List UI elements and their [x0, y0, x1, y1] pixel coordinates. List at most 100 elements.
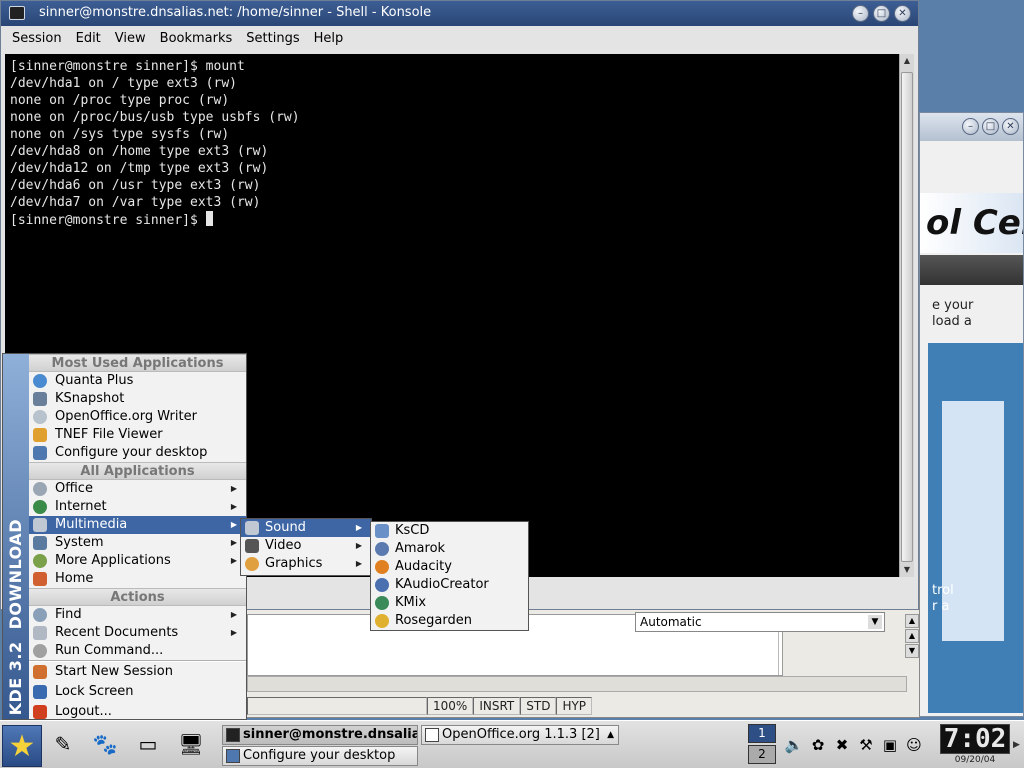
palette-icon: [245, 557, 259, 571]
kmenu-sidebar-text: KDE 3.2 DOWNLOAD: [6, 519, 25, 715]
menu-item-multimedia[interactable]: Multimedia ▶: [29, 516, 246, 534]
menu-item-kmix[interactable]: KMix: [371, 594, 528, 612]
menu-item-rosegarden[interactable]: Rosegarden: [371, 612, 528, 630]
menu-bookmarks[interactable]: Bookmarks: [153, 28, 240, 50]
minimize-icon[interactable]: –: [852, 5, 869, 22]
klipper-icon[interactable]: ✖: [832, 735, 852, 755]
status-hyperlink-mode[interactable]: HYP: [556, 697, 593, 715]
close-icon[interactable]: ✕: [1002, 118, 1019, 135]
menu-settings[interactable]: Settings: [239, 28, 306, 50]
maximize-icon[interactable]: □: [873, 5, 890, 22]
k-menu-button[interactable]: ★: [2, 725, 42, 767]
quicklaunch-desktop[interactable]: 🖥: [176, 729, 206, 759]
minimize-icon[interactable]: –: [962, 118, 979, 135]
menu-item-kscd[interactable]: KsCD: [371, 522, 528, 540]
chevron-down-icon[interactable]: ▼: [868, 615, 882, 629]
menu-item-label: TNEF File Viewer: [55, 427, 163, 442]
menu-item-internet[interactable]: Internet ▶: [29, 498, 246, 516]
menu-edit[interactable]: Edit: [69, 28, 108, 50]
submenu-arrow-icon: ▶: [230, 556, 237, 565]
pager-desktop-2[interactable]: 2: [748, 745, 776, 764]
kmix-icon[interactable]: ⚒: [856, 735, 876, 755]
control-center-window[interactable]: – □ ✕ ol Cen e your load a trol r a: [919, 112, 1024, 717]
logout-icon: [33, 705, 47, 719]
menu-session[interactable]: Session: [5, 28, 69, 50]
menu-item-tnef-viewer[interactable]: TNEF File Viewer: [29, 426, 246, 444]
openoffice-vscroll[interactable]: ▲ ▲ ▼: [905, 614, 919, 674]
task-configure-desktop[interactable]: Configure your desktop: [222, 746, 418, 766]
chevron-up-icon[interactable]: ▲: [607, 726, 614, 744]
terminal-icon[interactable]: [9, 6, 25, 20]
menu-item-label: Configure your desktop: [55, 445, 208, 460]
scrollbar-thumb[interactable]: [901, 72, 913, 562]
menu-item-ksnapshot[interactable]: KSnapshot: [29, 390, 246, 408]
status-selection-mode[interactable]: STD: [520, 697, 557, 715]
terminal-line: none on /sys type sysfs (rw): [10, 127, 230, 142]
menu-item-sound[interactable]: Sound ▶: [241, 519, 371, 537]
pager-desktop-1[interactable]: 1: [748, 724, 776, 743]
scroll-up-icon[interactable]: ▲: [905, 614, 919, 628]
menu-item-label: Rosegarden: [395, 613, 472, 628]
status-empty: [247, 697, 427, 715]
menu-item-quanta-plus[interactable]: Quanta Plus: [29, 372, 246, 390]
menu-item-amarok[interactable]: Amarok: [371, 540, 528, 558]
menu-item-openoffice-writer[interactable]: OpenOffice.org Writer: [29, 408, 246, 426]
terminal-line: /dev/hda12 on /tmp type ext3 (rw): [10, 161, 269, 176]
control-center-titlebar[interactable]: – □ ✕: [920, 113, 1023, 141]
menu-item-video[interactable]: Video ▶: [241, 537, 371, 555]
quicklaunch-terminal[interactable]: ▭: [133, 729, 163, 759]
user-icon[interactable]: ☺: [904, 735, 924, 755]
maximize-icon[interactable]: □: [982, 118, 999, 135]
menu-item-configure-desktop[interactable]: Configure your desktop: [29, 444, 246, 462]
monitor-icon[interactable]: ▣: [880, 735, 900, 755]
cd-ripper-icon: [375, 578, 389, 592]
close-icon[interactable]: ✕: [894, 5, 911, 22]
status-insert-mode[interactable]: INSRT: [473, 697, 521, 715]
menu-item-lock-screen[interactable]: Lock Screen: [29, 682, 246, 702]
task-openoffice[interactable]: OpenOffice.org 1.1.3 [2] ▲: [421, 725, 619, 745]
menu-item-office[interactable]: Office ▶: [29, 480, 246, 498]
speaker-icon[interactable]: 🔈: [784, 735, 804, 755]
menu-item-run-command[interactable]: Run Command...: [29, 642, 246, 660]
terminal-scrollbar[interactable]: ▲ ▼: [899, 54, 914, 577]
menu-item-recent-documents[interactable]: Recent Documents ▶: [29, 624, 246, 642]
control-center-text-line: trol: [932, 583, 954, 598]
menu-help[interactable]: Help: [307, 28, 351, 50]
task-label: sinner@monstre.dnsalias.net: [243, 727, 417, 742]
konsole-titlebar[interactable]: sinner@monstre.dnsalias.net: /home/sinne…: [1, 1, 918, 26]
control-center-text-bottom: trol r a: [932, 583, 954, 615]
menu-item-home[interactable]: Home: [29, 570, 246, 588]
menu-item-more-applications[interactable]: More Applications ▶: [29, 552, 246, 570]
headphones-icon: [375, 560, 389, 574]
menu-item-kaudiocreator[interactable]: KAudioCreator: [371, 576, 528, 594]
openoffice-combo[interactable]: Automatic ▼: [635, 612, 885, 632]
office-icon: [33, 482, 47, 496]
scroll-down-icon[interactable]: ▼: [900, 563, 914, 577]
submenu-arrow-icon: ▶: [355, 541, 362, 550]
terminal-line: [sinner@monstre sinner]$ mount: [10, 59, 245, 74]
clock[interactable]: 7:02 09/20/04: [940, 724, 1010, 766]
openoffice-hscroll[interactable]: [247, 676, 907, 692]
menu-view[interactable]: View: [108, 28, 153, 50]
menu-item-logout[interactable]: Logout...: [29, 702, 246, 722]
menu-item-graphics[interactable]: Graphics ▶: [241, 555, 371, 573]
scroll-up-icon[interactable]: ▲: [905, 629, 919, 643]
lock-icon: [33, 685, 47, 699]
menu-item-start-new-session[interactable]: Start New Session: [29, 662, 246, 682]
menu-item-label: Sound: [265, 520, 306, 535]
quicklaunch-editor[interactable]: ✎: [48, 729, 78, 759]
submenu-arrow-icon: ▶: [230, 538, 237, 547]
terminal-prompt-line[interactable]: [sinner@monstre sinner]$: [10, 211, 899, 228]
menu-item-system[interactable]: System ▶: [29, 534, 246, 552]
scroll-down-icon[interactable]: ▼: [905, 644, 919, 658]
menu-item-audacity[interactable]: Audacity: [371, 558, 528, 576]
menu-item-label: Home: [55, 571, 94, 586]
panel-hide-arrow-icon[interactable]: ▶: [1013, 740, 1020, 750]
menu-item-find[interactable]: Find ▶: [29, 606, 246, 624]
scroll-up-icon[interactable]: ▲: [900, 54, 914, 68]
quicklaunch-gimp[interactable]: 🐾: [90, 729, 120, 759]
task-konsole[interactable]: sinner@monstre.dnsalias.net: [222, 725, 418, 745]
system-tray: 🔈 ✿ ✖ ⚒ ▣ ☺: [784, 730, 924, 760]
network-icon[interactable]: ✿: [808, 735, 828, 755]
status-zoom[interactable]: 100%: [427, 697, 474, 715]
